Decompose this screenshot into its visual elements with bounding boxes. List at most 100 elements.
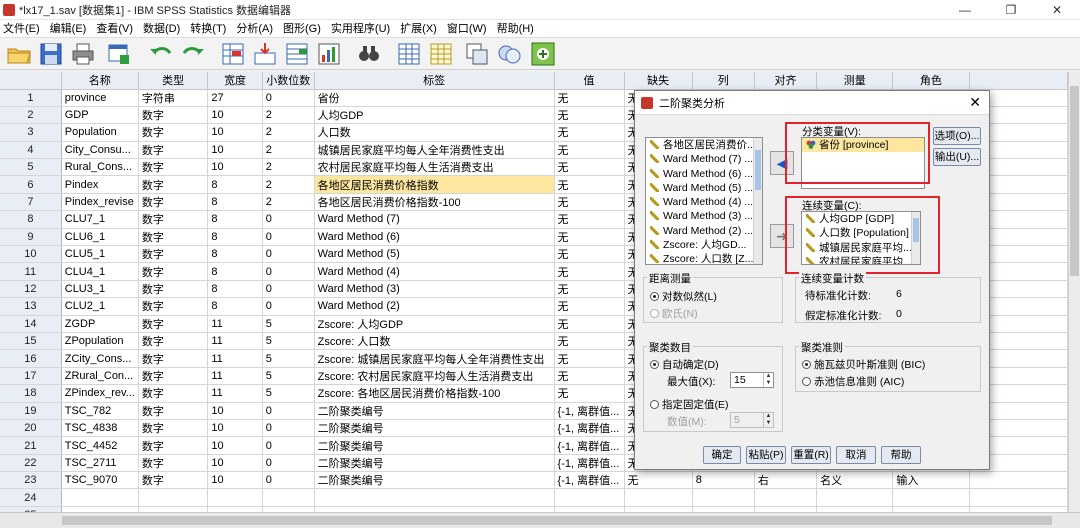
- table-cell[interactable]: Rural_Cons...: [61, 158, 139, 177]
- col-header-name[interactable]: 名称: [61, 72, 139, 90]
- table-cell[interactable]: 10: [207, 471, 263, 490]
- table-cell[interactable]: City_Consu...: [61, 141, 139, 160]
- table-cell[interactable]: 2: [262, 158, 315, 177]
- table-cell[interactable]: Pindex: [61, 175, 139, 194]
- table-cell[interactable]: [624, 488, 693, 507]
- table-cell[interactable]: 数字: [138, 384, 209, 403]
- table-cell[interactable]: 0: [262, 210, 315, 229]
- table-cell[interactable]: 二阶聚类编号: [314, 419, 555, 438]
- table-cell[interactable]: Ward Method (6): [314, 228, 555, 247]
- table-cell[interactable]: 10: [207, 123, 263, 142]
- table-cell[interactable]: 二阶聚类编号: [314, 436, 555, 455]
- table-cell[interactable]: Zscore: 人均GDP: [314, 315, 555, 333]
- table-cell[interactable]: ZCity_Cons...: [61, 349, 139, 368]
- list-item[interactable]: Zscore: 人均GD...: [646, 238, 762, 252]
- row-number-cell[interactable]: 22: [0, 454, 62, 473]
- col-header-align[interactable]: 对齐: [754, 72, 818, 90]
- menu-analyze[interactable]: 分析(A): [233, 20, 280, 38]
- table-cell[interactable]: 8: [207, 280, 263, 299]
- table-cell[interactable]: 0: [262, 402, 315, 420]
- table-cell[interactable]: [692, 488, 755, 507]
- vertical-scroll-thumb[interactable]: [1070, 86, 1079, 276]
- select-cases-icon[interactable]: [496, 41, 522, 67]
- table-cell[interactable]: 数字: [138, 436, 209, 455]
- table-cell[interactable]: 11: [207, 349, 263, 368]
- table-cell[interactable]: 数字: [138, 228, 209, 247]
- table-cell[interactable]: {-1, 离群值...: [554, 436, 625, 455]
- table-cell[interactable]: 数字: [138, 262, 209, 281]
- restore-icon[interactable]: ❐: [988, 0, 1034, 20]
- table-cell[interactable]: 无: [554, 280, 625, 299]
- print-icon[interactable]: [70, 41, 96, 67]
- row-number-cell[interactable]: 7: [0, 193, 62, 212]
- menu-view[interactable]: 查看(V): [93, 20, 140, 38]
- table-row[interactable]: 24: [0, 488, 1068, 507]
- menu-edit[interactable]: 编辑(E): [47, 20, 94, 38]
- table-cell[interactable]: 5: [262, 349, 315, 368]
- menu-utilities[interactable]: 实用程序(U): [328, 20, 397, 38]
- list-item[interactable]: Zscore: 人口数 [Z...: [646, 252, 762, 264]
- table-cell[interactable]: TSC_782: [61, 402, 139, 420]
- table-cell[interactable]: 2: [262, 106, 315, 125]
- row-number-cell[interactable]: 14: [0, 315, 62, 333]
- table-cell[interactable]: ZPindex_rev...: [61, 384, 139, 403]
- radio-aic[interactable]: 赤池信息准则 (AIC): [802, 374, 904, 389]
- table-cell[interactable]: CLU6_1: [61, 228, 139, 247]
- table-cell[interactable]: 10: [207, 158, 263, 177]
- table-cell[interactable]: Ward Method (3): [314, 280, 555, 299]
- table-cell[interactable]: 11: [207, 384, 263, 403]
- table-cell[interactable]: 数字: [138, 454, 209, 473]
- table-cell[interactable]: {-1, 离群值...: [554, 454, 625, 473]
- table-cell[interactable]: 0: [262, 419, 315, 438]
- row-number-cell[interactable]: 17: [0, 367, 62, 386]
- table-cell[interactable]: 0: [262, 228, 315, 247]
- row-number-cell[interactable]: 13: [0, 297, 62, 316]
- table-cell[interactable]: 10: [207, 436, 263, 455]
- menu-window[interactable]: 窗口(W): [444, 20, 494, 38]
- table-cell[interactable]: 27: [207, 89, 263, 107]
- table-cell[interactable]: 10: [207, 419, 263, 438]
- row-number-cell[interactable]: 10: [0, 245, 62, 264]
- table-cell[interactable]: 11: [207, 332, 263, 351]
- radio-loglikelihood[interactable]: 对数似然(L): [650, 289, 717, 304]
- table-cell[interactable]: 无: [554, 332, 625, 351]
- table-cell[interactable]: 8: [207, 193, 263, 212]
- table-cell[interactable]: [314, 488, 555, 507]
- table-cell[interactable]: 5: [262, 367, 315, 386]
- table-cell[interactable]: 无: [554, 349, 625, 368]
- table-cell[interactable]: province: [61, 89, 139, 107]
- table-cell[interactable]: 8: [207, 245, 263, 264]
- table-cell[interactable]: 无: [554, 106, 625, 125]
- table-cell[interactable]: {-1, 离群值...: [554, 402, 625, 420]
- table-cell[interactable]: 0: [262, 454, 315, 473]
- table-cell[interactable]: 人均GDP: [314, 106, 555, 125]
- table-cell[interactable]: 0: [262, 280, 315, 299]
- table-cell[interactable]: 5: [262, 315, 315, 333]
- table-cell[interactable]: 无: [554, 210, 625, 229]
- table-cell[interactable]: 数字: [138, 332, 209, 351]
- table-cell[interactable]: [969, 471, 1068, 490]
- menu-help[interactable]: 帮助(H): [494, 20, 541, 38]
- table-cell[interactable]: 2: [262, 123, 315, 142]
- table-cell[interactable]: [61, 488, 139, 507]
- table-cell[interactable]: 数字: [138, 367, 209, 386]
- row-number-cell[interactable]: 1: [0, 89, 62, 107]
- row-number-cell[interactable]: 5: [0, 158, 62, 177]
- table-cell[interactable]: 数字: [138, 245, 209, 264]
- col-header-role[interactable]: 角色: [892, 72, 970, 90]
- table-cell[interactable]: 8: [207, 228, 263, 247]
- menu-transform[interactable]: 转换(T): [187, 20, 233, 38]
- col-header-measure[interactable]: 测量: [816, 72, 894, 90]
- table-cell[interactable]: 数字: [138, 280, 209, 299]
- table-cell[interactable]: Zscore: 各地区居民消费价格指数-100: [314, 384, 555, 403]
- dialog-close-icon[interactable]: ✕: [969, 94, 981, 111]
- table-cell[interactable]: Ward Method (7): [314, 210, 555, 229]
- table-cell[interactable]: 8: [207, 262, 263, 281]
- table-cell[interactable]: 数字: [138, 158, 209, 177]
- help-button[interactable]: 帮助: [881, 446, 921, 464]
- row-number-cell[interactable]: 2: [0, 106, 62, 125]
- table-cell[interactable]: 城镇居民家庭平均每人全年消费性支出: [314, 141, 555, 160]
- table-cell[interactable]: [554, 488, 625, 507]
- col-header-label[interactable]: 标签: [314, 72, 555, 90]
- col-header-type[interactable]: 类型: [138, 72, 209, 90]
